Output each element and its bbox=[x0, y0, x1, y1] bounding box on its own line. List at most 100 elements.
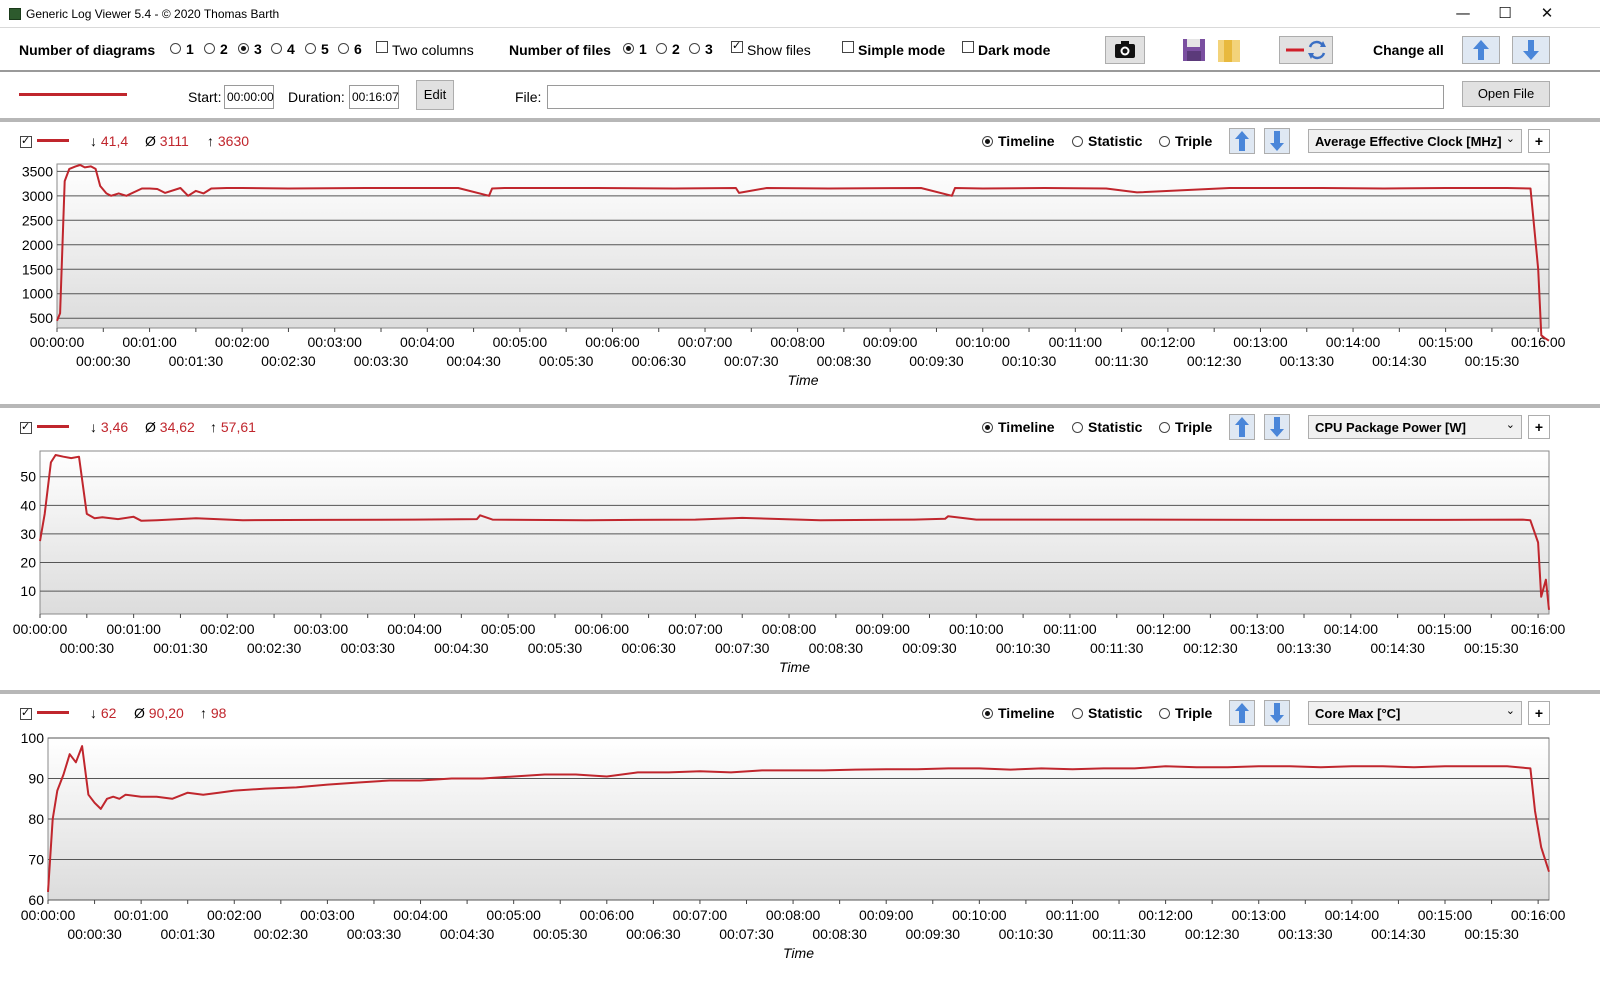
x-tick-label: 00:04:00 bbox=[400, 334, 455, 350]
move-all-up-button[interactable] bbox=[1462, 36, 1500, 64]
file-path-input[interactable] bbox=[547, 85, 1444, 109]
panel-separator bbox=[0, 118, 1600, 122]
move-diagram-down-button[interactable] bbox=[1264, 414, 1290, 440]
x-tick-label: 00:11:30 bbox=[1092, 926, 1146, 942]
two-columns-label: Two columns bbox=[392, 42, 474, 58]
x-tick-label: 00:15:00 bbox=[1418, 907, 1473, 923]
x-tick-label: 00:06:30 bbox=[621, 640, 676, 656]
stat-min-value: 62 bbox=[100, 705, 117, 721]
move-diagram-up-button[interactable] bbox=[1229, 128, 1255, 154]
y-tick-label: 1000 bbox=[22, 286, 53, 302]
y-tick-label: 2000 bbox=[22, 237, 53, 253]
view-radio-triple[interactable] bbox=[1159, 136, 1170, 147]
move-diagram-down-button[interactable] bbox=[1264, 700, 1290, 726]
files-radio-1[interactable] bbox=[623, 43, 634, 54]
start-input[interactable]: 00:00:00 bbox=[224, 85, 274, 109]
open-file-button[interactable]: Open File bbox=[1462, 81, 1550, 107]
x-tick-label: 00:00:00 bbox=[21, 907, 76, 923]
log-viewer-window: Generic Log Viewer 5.4 - © 2020 Thomas B… bbox=[0, 0, 1600, 995]
sensor-dropdown[interactable]: Average Effective Clock [MHz] ⌄ bbox=[1308, 129, 1522, 153]
view-radio-timeline[interactable] bbox=[982, 422, 993, 433]
stat-min-value: 3,46 bbox=[100, 419, 129, 435]
save-button[interactable] bbox=[1180, 36, 1208, 64]
timeline-chart: 60 70 80 90 100 00:00:00 00:01:00 00:02:00 00:03… bbox=[21, 730, 1566, 961]
view-radio-statistic[interactable] bbox=[1072, 708, 1083, 719]
y-tick-label: 60 bbox=[28, 892, 44, 908]
stat-min-value: 41,4 bbox=[100, 133, 129, 149]
view-radio-statistic[interactable] bbox=[1072, 136, 1083, 147]
add-series-button[interactable]: + bbox=[1528, 701, 1550, 725]
camera-icon bbox=[1115, 41, 1135, 58]
x-tick-label: 00:03:00 bbox=[300, 907, 355, 923]
diagrams-radio-2[interactable] bbox=[204, 43, 215, 54]
view-label-triple: Triple bbox=[1175, 419, 1213, 435]
files-radio-3[interactable] bbox=[689, 43, 700, 54]
x-axis-label: Time bbox=[788, 372, 819, 388]
diagrams-radio-6[interactable] bbox=[338, 43, 349, 54]
x-tick-label: 00:12:30 bbox=[1187, 353, 1242, 369]
diagrams-option-6: 6 bbox=[354, 41, 362, 57]
x-tick-label: 00:00:30 bbox=[67, 926, 122, 942]
add-series-button[interactable]: + bbox=[1528, 415, 1550, 439]
x-tick-label: 00:06:30 bbox=[626, 926, 681, 942]
x-tick-label: 00:13:30 bbox=[1278, 926, 1333, 942]
duration-label: Duration: bbox=[288, 89, 345, 105]
diagrams-radio-4[interactable] bbox=[271, 43, 282, 54]
close-button[interactable]: ✕ bbox=[1524, 0, 1570, 28]
series-visible-checkbox[interactable] bbox=[20, 706, 32, 720]
series-line-swatch bbox=[37, 139, 69, 142]
view-radio-timeline[interactable] bbox=[982, 136, 993, 147]
simple-mode-checkbox[interactable] bbox=[842, 41, 854, 53]
series-visible-checkbox[interactable] bbox=[20, 420, 32, 434]
diagrams-radio-5[interactable] bbox=[305, 43, 316, 54]
diagrams-radio-1[interactable] bbox=[170, 43, 181, 54]
x-tick-label: 00:13:00 bbox=[1233, 334, 1288, 350]
x-tick-label: 00:13:00 bbox=[1230, 621, 1285, 637]
sensor-dropdown[interactable]: Core Max [°C] ⌄ bbox=[1308, 701, 1522, 725]
open-folder-button[interactable] bbox=[1215, 36, 1243, 64]
move-all-down-button[interactable] bbox=[1512, 36, 1550, 64]
diagrams-radio-3[interactable] bbox=[238, 43, 249, 54]
chevron-down-icon: ⌄ bbox=[1505, 704, 1515, 717]
line-refresh-icon bbox=[1286, 40, 1326, 60]
x-tick-label: 00:08:30 bbox=[817, 353, 872, 369]
x-tick-label: 00:02:00 bbox=[200, 621, 255, 637]
x-tick-label: 00:11:30 bbox=[1090, 640, 1144, 656]
files-option-3: 3 bbox=[705, 41, 713, 57]
x-tick-label: 00:05:30 bbox=[533, 926, 588, 942]
view-radio-statistic[interactable] bbox=[1072, 422, 1083, 433]
x-tick-label: 00:07:00 bbox=[678, 334, 733, 350]
x-axis-label: Time bbox=[779, 659, 810, 675]
stat-avg-value: 34,62 bbox=[159, 419, 195, 435]
add-series-button[interactable]: + bbox=[1528, 129, 1550, 153]
maximize-button[interactable]: ☐ bbox=[1482, 0, 1528, 28]
move-diagram-up-button[interactable] bbox=[1229, 700, 1255, 726]
dark-mode-checkbox[interactable] bbox=[962, 41, 974, 53]
edit-button[interactable]: Edit bbox=[416, 80, 454, 110]
x-tick-label: 00:02:30 bbox=[254, 926, 309, 942]
duration-input[interactable]: 00:16:07 bbox=[349, 85, 399, 109]
x-tick-label: 00:06:00 bbox=[575, 621, 630, 637]
stat-max: ↑ 57,61 bbox=[210, 419, 256, 435]
files-option-1: 1 bbox=[639, 41, 647, 57]
floppy-disk-icon bbox=[1183, 39, 1205, 61]
x-tick-label: 00:10:30 bbox=[996, 640, 1051, 656]
arrow-down-icon bbox=[1523, 40, 1539, 60]
view-radio-triple[interactable] bbox=[1159, 708, 1170, 719]
move-diagram-down-button[interactable] bbox=[1264, 128, 1290, 154]
move-diagram-up-button[interactable] bbox=[1229, 414, 1255, 440]
x-tick-label: 00:09:30 bbox=[906, 926, 961, 942]
x-tick-label: 00:08:30 bbox=[809, 640, 864, 656]
show-files-checkbox[interactable] bbox=[731, 39, 743, 53]
minimize-button[interactable]: — bbox=[1440, 0, 1486, 28]
screenshot-button[interactable] bbox=[1105, 36, 1145, 64]
files-radio-2[interactable] bbox=[656, 43, 667, 54]
line-style-button[interactable] bbox=[1279, 36, 1333, 64]
series-visible-checkbox[interactable] bbox=[20, 134, 32, 148]
x-tick-label: 00:02:00 bbox=[215, 334, 270, 350]
sensor-dropdown[interactable]: CPU Package Power [W] ⌄ bbox=[1308, 415, 1522, 439]
two-columns-checkbox[interactable] bbox=[376, 41, 388, 53]
view-radio-timeline[interactable] bbox=[982, 708, 993, 719]
x-tick-label: 00:07:30 bbox=[719, 926, 774, 942]
view-radio-triple[interactable] bbox=[1159, 422, 1170, 433]
